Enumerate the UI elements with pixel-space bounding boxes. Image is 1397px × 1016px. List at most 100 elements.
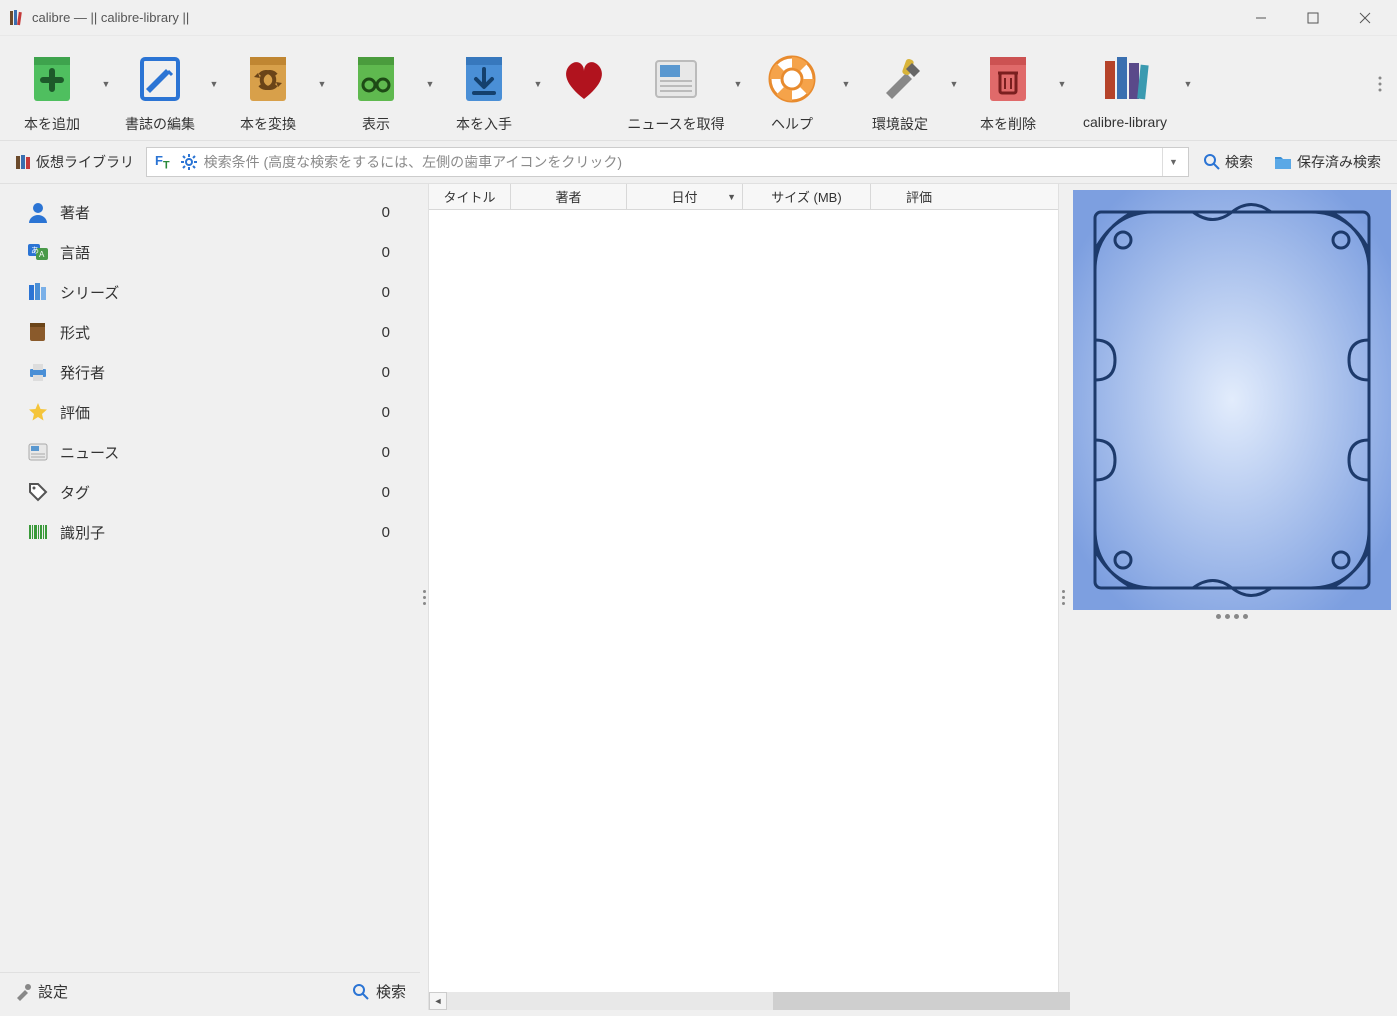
tag-tags[interactable]: タグ 0 (0, 472, 420, 512)
lifebuoy-icon (761, 48, 823, 110)
tag-authors[interactable]: 著者 0 (0, 192, 420, 232)
maximize-button[interactable] (1301, 6, 1325, 30)
add-book-icon (21, 48, 83, 110)
tag-languages-count: 0 (382, 244, 402, 261)
virtual-library-label: 仮想ライブラリ (36, 152, 134, 172)
col-size[interactable]: サイズ (MB) (743, 184, 871, 209)
main-area: 著者 0 あA 言語 0 シリーズ 0 形式 0 発行者 0 (0, 184, 1397, 1010)
scroll-thumb[interactable] (773, 992, 1070, 1010)
close-button[interactable] (1353, 6, 1377, 30)
library-dropdown[interactable]: ▼ (1180, 44, 1196, 124)
tag-publishers-count: 0 (382, 364, 402, 381)
fulltext-icon[interactable]: FT (151, 153, 174, 172)
wrench-icon (14, 983, 32, 1001)
tag-news-label: ニュース (60, 442, 382, 463)
get-book-dropdown[interactable]: ▼ (530, 44, 546, 124)
toolbar-overflow-icon[interactable] (1373, 64, 1387, 104)
sidebar-settings-button[interactable]: 設定 (14, 981, 68, 1002)
folder-icon (1273, 153, 1293, 171)
newspaper-icon (26, 440, 50, 464)
heart-icon (553, 48, 615, 110)
add-book-dropdown[interactable]: ▼ (98, 44, 114, 124)
library-label: calibre-library (1083, 114, 1167, 130)
add-book-button[interactable]: 本を追加 (6, 44, 98, 136)
tag-formats-count: 0 (382, 324, 402, 341)
get-book-button[interactable]: 本を入手 (438, 44, 530, 136)
remove-button[interactable]: 本を削除 (962, 44, 1054, 136)
scroll-track[interactable] (447, 992, 1040, 1010)
horizontal-scrollbar[interactable]: ◄ ► (429, 992, 1058, 1010)
window-controls (1249, 6, 1389, 30)
tag-identifiers[interactable]: 識別子 0 (0, 512, 420, 552)
splitter-right[interactable] (1059, 184, 1067, 1010)
tag-news[interactable]: ニュース 0 (0, 432, 420, 472)
svg-text:A: A (39, 250, 45, 259)
tag-series-count: 0 (382, 284, 402, 301)
saved-search-label: 保存済み検索 (1297, 152, 1381, 172)
scroll-left-button[interactable]: ◄ (429, 992, 447, 1010)
donate-button[interactable] (546, 44, 622, 116)
tag-icon (26, 480, 50, 504)
search-box: FT ▼ (146, 147, 1189, 177)
book-list: タイトル 著者 日付▼ サイズ (MB) 評価 ◄ ► (428, 184, 1059, 1010)
remove-label: 本を削除 (980, 114, 1036, 134)
book-list-header: タイトル 著者 日付▼ サイズ (MB) 評価 (429, 184, 1058, 210)
edit-meta-dropdown[interactable]: ▼ (206, 44, 222, 124)
library-icon (1094, 48, 1156, 110)
minimize-button[interactable] (1249, 6, 1273, 30)
fetch-news-dropdown[interactable]: ▼ (730, 44, 746, 124)
prefs-button[interactable]: 環境設定 (854, 44, 946, 136)
prefs-dropdown[interactable]: ▼ (946, 44, 962, 124)
convert-dropdown[interactable]: ▼ (314, 44, 330, 124)
remove-dropdown[interactable]: ▼ (1054, 44, 1070, 124)
col-title[interactable]: タイトル (429, 184, 511, 209)
edit-meta-label: 書誌の編集 (125, 114, 195, 134)
col-date[interactable]: 日付▼ (627, 184, 743, 209)
svg-text:あ: あ (31, 246, 39, 255)
tag-browser: 著者 0 あA 言語 0 シリーズ 0 形式 0 発行者 0 (0, 184, 420, 1010)
add-book-label: 本を追加 (24, 114, 80, 134)
search-button[interactable]: 検索 (1197, 150, 1259, 174)
sort-desc-icon: ▼ (727, 192, 736, 202)
virtual-library-button[interactable]: 仮想ライブラリ (10, 150, 138, 174)
fetch-news-button[interactable]: ニュースを取得 (622, 44, 730, 136)
col-author[interactable]: 著者 (511, 184, 627, 209)
cover-splitter[interactable] (1216, 614, 1248, 626)
barcode-icon (26, 520, 50, 544)
person-icon (26, 200, 50, 224)
sidebar-search-button[interactable]: 検索 (352, 981, 406, 1002)
translate-icon: あA (26, 240, 50, 264)
help-button[interactable]: ヘルプ (746, 44, 838, 136)
help-label: ヘルプ (771, 114, 813, 134)
tag-ratings[interactable]: 評価 0 (0, 392, 420, 432)
view-dropdown[interactable]: ▼ (422, 44, 438, 124)
tag-languages[interactable]: あA 言語 0 (0, 232, 420, 272)
magnifier-icon (352, 983, 370, 1001)
books-icon (14, 153, 32, 171)
convert-icon (237, 48, 299, 110)
book-list-body[interactable] (429, 210, 1058, 992)
gear-icon[interactable] (180, 153, 198, 171)
printer-icon (26, 360, 50, 384)
get-book-icon (453, 48, 515, 110)
view-button[interactable]: 表示 (330, 44, 422, 136)
tag-formats[interactable]: 形式 0 (0, 312, 420, 352)
help-dropdown[interactable]: ▼ (838, 44, 854, 124)
saved-search-button[interactable]: 保存済み検索 (1267, 150, 1387, 174)
tag-ratings-label: 評価 (60, 402, 382, 423)
tag-publishers-label: 発行者 (60, 362, 382, 383)
tag-identifiers-label: 識別子 (60, 522, 382, 543)
tag-series[interactable]: シリーズ 0 (0, 272, 420, 312)
search-history-dropdown[interactable]: ▼ (1162, 148, 1184, 176)
search-input[interactable] (204, 154, 1156, 170)
splitter-left[interactable] (420, 184, 428, 1010)
library-button[interactable]: calibre-library (1070, 44, 1180, 132)
convert-button[interactable]: 本を変換 (222, 44, 314, 136)
view-label: 表示 (362, 114, 390, 134)
book-cover[interactable] (1073, 190, 1391, 610)
edit-meta-button[interactable]: 書誌の編集 (114, 44, 206, 136)
tag-ratings-count: 0 (382, 404, 402, 421)
col-rating[interactable]: 評価 (871, 184, 967, 209)
tag-publishers[interactable]: 発行者 0 (0, 352, 420, 392)
tag-tags-label: タグ (60, 482, 382, 503)
